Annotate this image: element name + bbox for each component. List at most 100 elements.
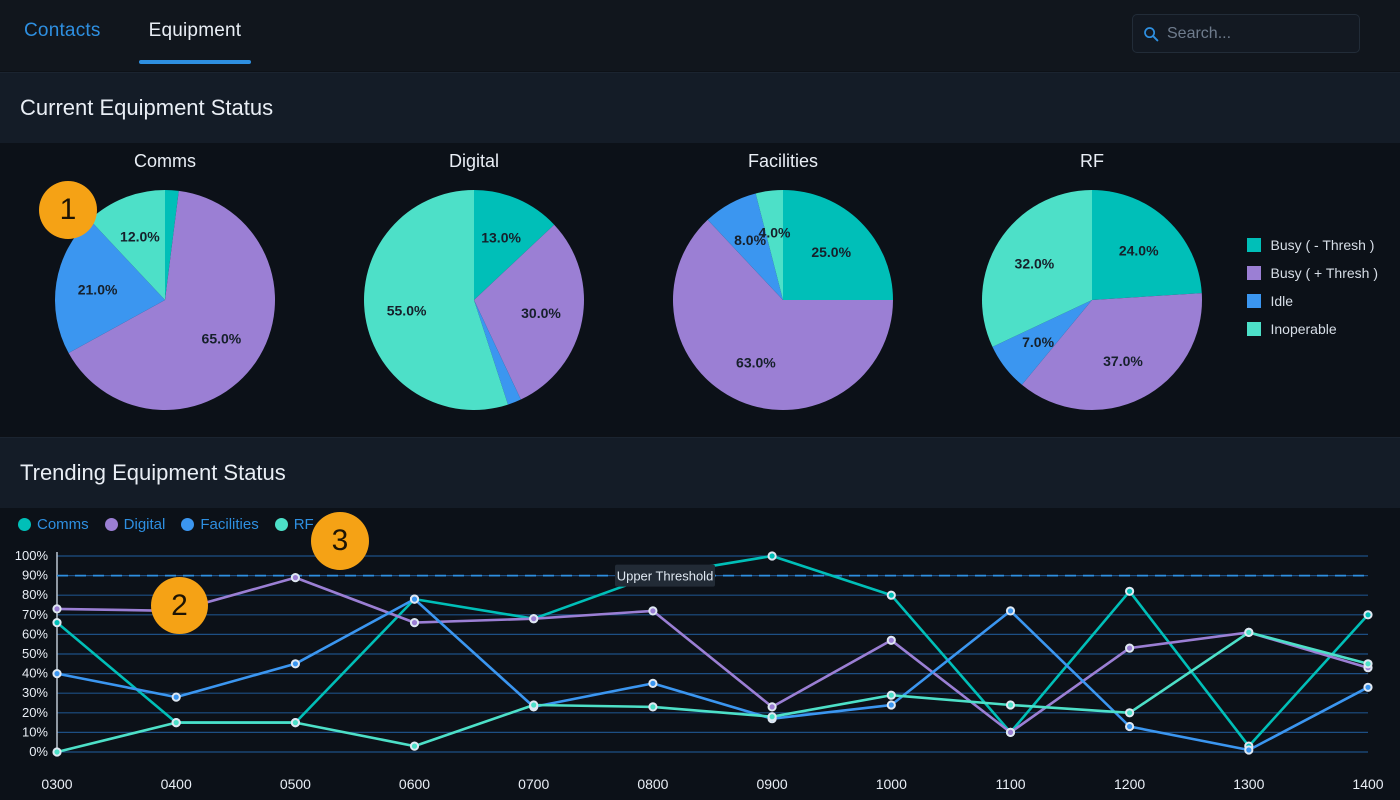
pie-legend-item[interactable]: Idle — [1247, 287, 1378, 315]
pie-slice-label: 13.0% — [481, 229, 521, 245]
data-point-comms[interactable] — [769, 552, 776, 559]
pie-slice-label: 37.0% — [1103, 353, 1143, 369]
trend-legend-label: Facilities — [200, 516, 258, 533]
data-point-rf[interactable] — [1126, 709, 1133, 716]
tab-contacts[interactable]: Contacts — [0, 0, 125, 64]
data-point-digital[interactable] — [649, 607, 656, 614]
legend-swatch-icon — [1247, 294, 1261, 308]
y-axis-tick-label: 80% — [22, 587, 48, 602]
top-bar: Contacts Equipment — [0, 0, 1400, 71]
data-point-comms[interactable] — [888, 592, 895, 599]
pie-legend-item[interactable]: Busy ( - Thresh ) — [1247, 231, 1378, 259]
data-point-facilities[interactable] — [53, 670, 60, 677]
y-axis-tick-label: 40% — [22, 666, 48, 681]
data-point-comms[interactable] — [1364, 611, 1371, 618]
data-point-digital[interactable] — [530, 615, 537, 622]
data-point-facilities[interactable] — [292, 660, 299, 667]
data-point-digital[interactable] — [1007, 729, 1014, 736]
data-point-facilities[interactable] — [1364, 684, 1371, 691]
x-axis-tick-label: 1200 — [1114, 776, 1145, 792]
y-axis-tick-label: 60% — [22, 626, 48, 641]
trend-legend-label: RF — [294, 516, 314, 533]
y-axis-tick-label: 90% — [22, 568, 48, 583]
data-point-rf[interactable] — [1245, 629, 1252, 636]
pie-title-digital: Digital — [319, 143, 629, 172]
pie-slice-label: 30.0% — [521, 305, 561, 321]
x-axis-tick-label: 1400 — [1352, 776, 1383, 792]
pie-legend-item[interactable]: Inoperable — [1247, 315, 1378, 343]
x-axis-tick-label: 0700 — [518, 776, 549, 792]
data-point-rf[interactable] — [888, 692, 895, 699]
y-axis-tick-label: 50% — [22, 646, 48, 661]
data-point-facilities[interactable] — [649, 680, 656, 687]
trend-chart-body: Comms Digital Facilities RF 0% 10% 20% 30% 40% 5… — [0, 508, 1400, 800]
data-point-rf[interactable] — [173, 719, 180, 726]
callout-badge-1: 1 — [39, 181, 97, 239]
y-axis-tick-label: 20% — [22, 705, 48, 720]
pie-legend-label: Busy ( + Thresh ) — [1270, 265, 1378, 281]
data-point-digital[interactable] — [53, 605, 60, 612]
data-point-digital[interactable] — [292, 574, 299, 581]
legend-dot-icon — [275, 518, 288, 531]
x-axis-tick-label: 0600 — [399, 776, 430, 792]
y-axis-tick-label: 0% — [29, 744, 48, 759]
callout-badge-3-label: 3 — [332, 524, 349, 558]
tab-equipment-label: Equipment — [149, 20, 242, 41]
data-point-facilities[interactable] — [411, 596, 418, 603]
tab-equipment[interactable]: Equipment — [125, 0, 266, 64]
search-input[interactable] — [1167, 25, 1349, 43]
trending-equipment-status-panel: Trending Equipment Status Comms Digital Fa… — [0, 437, 1400, 800]
search-box[interactable] — [1132, 14, 1360, 53]
y-axis-tick-label: 100% — [15, 548, 49, 563]
data-point-rf[interactable] — [1364, 660, 1371, 667]
data-point-rf[interactable] — [649, 703, 656, 710]
pie-title-rf: RF — [937, 143, 1247, 172]
data-point-comms[interactable] — [53, 619, 60, 626]
data-point-rf[interactable] — [769, 713, 776, 720]
data-point-facilities[interactable] — [1126, 723, 1133, 730]
pie-legend-item[interactable]: Busy ( + Thresh ) — [1247, 259, 1378, 287]
data-point-rf[interactable] — [53, 748, 60, 755]
current-equipment-status-panel: Current Equipment Status Busy ( - Thresh… — [0, 72, 1400, 435]
data-point-facilities[interactable] — [173, 694, 180, 701]
data-point-facilities[interactable] — [888, 701, 895, 708]
data-point-comms[interactable] — [1126, 588, 1133, 595]
data-point-digital[interactable] — [888, 637, 895, 644]
pie-title-facilities: Facilities — [628, 143, 938, 172]
trend-legend-item-rf[interactable]: RF — [275, 516, 314, 533]
callout-badge-1-label: 1 — [60, 193, 77, 227]
data-point-rf[interactable] — [411, 743, 418, 750]
pie-slice-label: 55.0% — [387, 303, 427, 319]
pie-slice-label: 12.0% — [120, 229, 160, 245]
data-point-rf[interactable] — [292, 719, 299, 726]
legend-dot-icon — [181, 518, 194, 531]
y-axis-tick-label: 10% — [22, 724, 48, 739]
trend-line-chart: 0% 10% 20% 30% 40% 50% 60% 70% 80% 90% 100% Upper T… — [0, 544, 1400, 800]
trend-legend-label: Digital — [124, 516, 166, 533]
threshold-label: Upper Threshold — [617, 569, 714, 584]
pie-legend-label: Idle — [1270, 293, 1293, 309]
pie-slice-label: 21.0% — [78, 281, 118, 297]
trend-legend-item-facilities[interactable]: Facilities — [181, 516, 258, 533]
trending-panel-title: Trending Equipment Status — [20, 460, 286, 486]
data-point-digital[interactable] — [1126, 645, 1133, 652]
pie-slice-label: 65.0% — [202, 330, 242, 346]
pie-slice-label: 4.0% — [759, 224, 791, 240]
data-point-facilities[interactable] — [1007, 607, 1014, 614]
x-axis-tick-label: 0900 — [757, 776, 788, 792]
data-point-rf[interactable] — [530, 701, 537, 708]
data-point-digital[interactable] — [411, 619, 418, 626]
trend-legend-item-comms[interactable]: Comms — [18, 516, 89, 533]
trend-legend-item-digital[interactable]: Digital — [105, 516, 166, 533]
y-axis-tick-label: 30% — [22, 685, 48, 700]
tab-contacts-label: Contacts — [24, 20, 101, 41]
series-line-facilities — [57, 599, 1368, 750]
pie-legend-label: Busy ( - Thresh ) — [1270, 237, 1374, 253]
callout-badge-2-label: 2 — [171, 589, 188, 623]
legend-swatch-icon — [1247, 322, 1261, 336]
data-point-digital[interactable] — [769, 703, 776, 710]
pie-legend-label: Inoperable — [1270, 321, 1336, 337]
data-point-facilities[interactable] — [1245, 746, 1252, 753]
y-axis-tick-label: 70% — [22, 607, 48, 622]
data-point-rf[interactable] — [1007, 701, 1014, 708]
